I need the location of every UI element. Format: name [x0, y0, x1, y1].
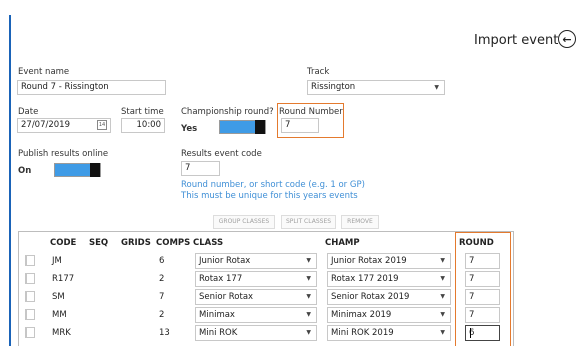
row-checkbox[interactable]: [25, 309, 35, 320]
toggle-knob: [255, 120, 265, 134]
champ-select[interactable]: Rotax 177 2019 ▼: [327, 271, 451, 287]
cell-code: R177: [52, 274, 75, 284]
row-checkbox[interactable]: [25, 327, 35, 338]
start-time-label: Start time: [121, 107, 164, 117]
round-input[interactable]: 7: [465, 307, 500, 323]
cell-comps: 6: [159, 256, 165, 266]
champ-value: Junior Rotax 2019: [331, 256, 407, 266]
chevron-down-icon: ▼: [306, 257, 311, 264]
chevron-down-icon: ▼: [440, 257, 445, 264]
round-input[interactable]: 7: [465, 289, 500, 305]
start-time-input[interactable]: 10:00: [121, 118, 165, 133]
chevron-down-icon: ▼: [306, 311, 311, 318]
remove-button[interactable]: REMOVE: [341, 215, 379, 229]
chevron-down-icon: ▼: [440, 311, 445, 318]
table-row[interactable]: R177 2 Rotax 177 ▼ Rotax 177 2019 ▼ 7: [19, 270, 513, 289]
col-header-champ[interactable]: CHAMP: [325, 238, 360, 248]
chevron-down-icon: ▼: [306, 329, 311, 336]
table-row[interactable]: MRK 13 Mini ROK ▼ Mini ROK 2019 ▼ 6: [19, 324, 513, 343]
class-select[interactable]: Junior Rotax ▼: [195, 253, 317, 269]
class-value: Minimax: [199, 310, 235, 320]
track-value: Rissington: [311, 82, 356, 92]
track-select[interactable]: Rissington ▼: [307, 80, 445, 95]
championship-state: Yes: [181, 124, 198, 134]
champ-value: Senior Rotax 2019: [331, 292, 410, 302]
col-header-comps[interactable]: COMPS: [156, 238, 190, 248]
date-label: Date: [18, 107, 39, 117]
split-classes-button[interactable]: SPLIT CLASSES: [281, 215, 336, 229]
championship-toggle[interactable]: [219, 120, 266, 134]
round-input[interactable]: 7: [465, 253, 500, 269]
results-code-input[interactable]: 7: [181, 161, 220, 176]
row-checkbox[interactable]: [25, 291, 35, 302]
champ-select[interactable]: Mini ROK 2019 ▼: [327, 325, 451, 341]
col-header-seq[interactable]: SEQ: [89, 238, 108, 248]
event-name-input[interactable]: Round 7 - Rissington: [17, 80, 166, 95]
round-number-label: Round Number: [279, 107, 343, 117]
table-row[interactable]: MM 2 Minimax ▼ Minimax 2019 ▼ 7: [19, 306, 513, 325]
group-classes-button[interactable]: GROUP CLASSES: [213, 215, 275, 229]
championship-label: Championship round?: [181, 107, 274, 117]
cell-comps: 2: [159, 310, 165, 320]
left-accent-bar: [9, 15, 11, 346]
col-header-grids[interactable]: GRIDS: [121, 238, 151, 248]
chevron-down-icon: ▼: [440, 293, 445, 300]
text-caret: [470, 327, 472, 338]
chevron-down-icon: ▼: [306, 293, 311, 300]
event-name-label: Event name: [18, 67, 70, 77]
cell-comps: 7: [159, 292, 165, 302]
cell-code: JM: [52, 256, 62, 266]
row-checkbox[interactable]: [25, 273, 35, 284]
round-input-editing[interactable]: 6: [465, 325, 500, 341]
date-input[interactable]: 27/07/2019 14: [17, 118, 111, 133]
round-input[interactable]: 7: [465, 271, 500, 287]
cell-code: MM: [52, 310, 67, 320]
col-header-class[interactable]: CLASS: [193, 238, 223, 248]
toggle-knob: [90, 163, 100, 177]
class-value: Rotax 177: [199, 274, 243, 284]
publish-label: Publish results online: [18, 149, 109, 159]
class-value: Mini ROK: [199, 328, 238, 338]
track-label: Track: [307, 67, 330, 77]
cell-code: SM: [52, 292, 65, 302]
champ-select[interactable]: Minimax 2019 ▼: [327, 307, 451, 323]
back-button[interactable]: ←: [558, 30, 576, 48]
col-header-round[interactable]: ROUND: [459, 238, 494, 248]
champ-select[interactable]: Junior Rotax 2019 ▼: [327, 253, 451, 269]
cell-comps: 2: [159, 274, 165, 284]
cell-code: MRK: [52, 328, 71, 338]
results-code-hint-2: This must be unique for this years event…: [181, 191, 358, 201]
chevron-down-icon: ▼: [306, 275, 311, 282]
row-checkbox[interactable]: [25, 255, 35, 266]
champ-value: Mini ROK 2019: [331, 328, 394, 338]
champ-value: Rotax 177 2019: [331, 274, 399, 284]
calendar-icon[interactable]: 14: [97, 120, 107, 130]
results-code-label: Results event code: [181, 149, 262, 159]
chevron-down-icon: ▼: [440, 329, 445, 336]
class-select[interactable]: Minimax ▼: [195, 307, 317, 323]
class-select[interactable]: Rotax 177 ▼: [195, 271, 317, 287]
publish-toggle[interactable]: [54, 163, 101, 177]
class-select[interactable]: Senior Rotax ▼: [195, 289, 317, 305]
table-row[interactable]: SM 7 Senior Rotax ▼ Senior Rotax 2019 ▼ 7: [19, 288, 513, 307]
champ-select[interactable]: Senior Rotax 2019 ▼: [327, 289, 451, 305]
cell-comps: 13: [159, 328, 170, 338]
class-value: Junior Rotax: [199, 256, 251, 266]
date-value: 27/07/2019: [21, 120, 70, 130]
results-code-hint-1: Round number, or short code (e.g. 1 or G…: [181, 180, 365, 190]
round-number-input[interactable]: 7: [281, 118, 319, 133]
chevron-down-icon: ▼: [440, 275, 445, 282]
page-title: Import event: [474, 33, 559, 48]
chevron-down-icon: ▼: [434, 84, 439, 91]
arrow-left-icon: ←: [562, 32, 572, 46]
class-select[interactable]: Mini ROK ▼: [195, 325, 317, 341]
class-value: Senior Rotax: [199, 292, 254, 302]
col-header-code[interactable]: CODE: [50, 238, 76, 248]
table-row[interactable]: JM 6 Junior Rotax ▼ Junior Rotax 2019 ▼ 7: [19, 252, 513, 271]
champ-value: Minimax 2019: [331, 310, 392, 320]
publish-state: On: [18, 166, 32, 176]
